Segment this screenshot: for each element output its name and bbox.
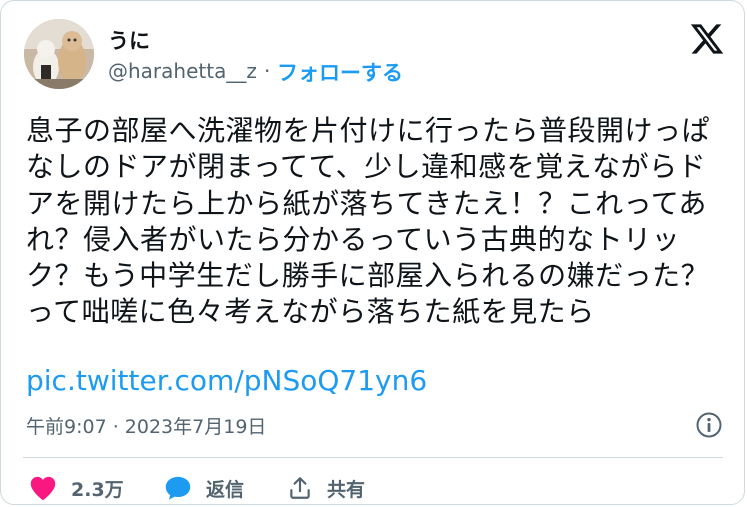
- reply-button[interactable]: 返信: [164, 471, 245, 504]
- separator: ·: [264, 59, 271, 83]
- info-icon[interactable]: [695, 411, 723, 439]
- avatar[interactable]: [24, 19, 94, 89]
- like-count: 2.3万: [71, 478, 124, 501]
- timestamp[interactable]: 午前9:07 · 2023年7月19日: [26, 412, 266, 439]
- tweet-text: 息子の部屋へ洗濯物を片付けに行ったら普段開けっぱなしのドアが閉まってて、少し違和…: [26, 114, 711, 329]
- author-handle[interactable]: @harahetta__z: [108, 59, 257, 83]
- avatar-image: [24, 19, 94, 89]
- share-label: 共有: [327, 478, 366, 501]
- follow-button[interactable]: フォローする: [277, 57, 403, 87]
- tweet-card: うに @harahetta__z · フォローする 息子の部屋へ洗濯物を片付けに…: [0, 0, 745, 505]
- x-logo-icon[interactable]: [689, 21, 725, 57]
- share-button[interactable]: 共有: [287, 471, 366, 504]
- share-icon: [290, 477, 310, 499]
- heart-icon: [30, 476, 56, 501]
- divider: [23, 457, 723, 458]
- like-button[interactable]: 2.3万: [29, 471, 124, 504]
- speech-bubble-icon: [165, 476, 191, 500]
- author-name[interactable]: うに: [108, 25, 150, 55]
- reply-label: 返信: [206, 478, 245, 501]
- tweet-media-link[interactable]: pic.twitter.com/pNSoQ71yn6: [26, 364, 427, 397]
